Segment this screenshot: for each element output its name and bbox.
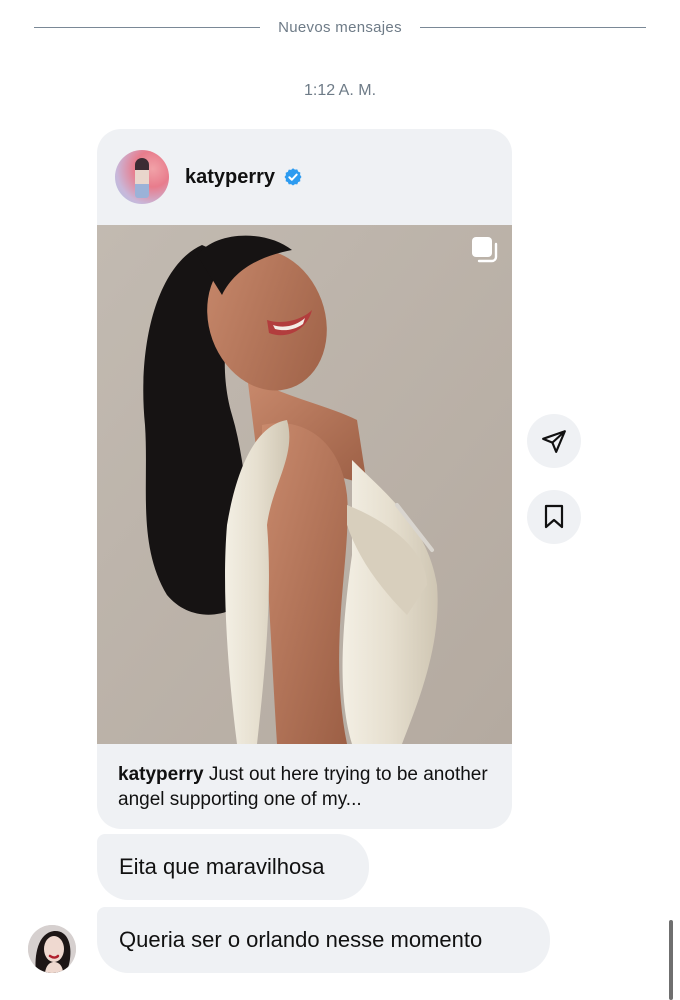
post-author-avatar[interactable] [115,150,169,204]
verified-badge-icon [284,168,302,186]
post-header[interactable]: katyperry [97,129,512,225]
message-text: Queria ser o orlando nesse momento [119,927,483,952]
caption-username: katyperry [118,764,204,785]
new-messages-divider: Nuevos mensajes [34,14,647,40]
post-photo[interactable] [97,225,512,744]
scrollbar[interactable] [669,920,673,1000]
divider-line-left [34,26,261,28]
post-caption[interactable]: katyperry Just out here trying to be ano… [118,762,498,812]
divider-line-right [419,26,647,28]
post-username[interactable]: katyperry [185,166,275,189]
message-timestamp: 1:12 A. M. [303,82,377,99]
post-author[interactable]: katyperry [185,166,303,189]
message-bubble[interactable]: Eita que maravilhosa [97,834,369,900]
message-bubble[interactable]: Queria ser o orlando nesse momento [97,907,550,973]
new-messages-label: Nuevos mensajes [278,18,402,36]
share-post-button[interactable] [527,414,581,468]
shared-post-card[interactable]: katyperry katyperry Just out here trying… [97,129,512,829]
post-photo-illustration [97,225,512,744]
chat-screen: Nuevos mensajes 1:12 A. M. katyperry kat… [0,0,680,1000]
sender-avatar[interactable] [28,925,76,973]
bookmark-icon [544,504,564,529]
message-text: Eita que maravilhosa [119,854,325,879]
save-post-button[interactable] [527,490,581,544]
paper-plane-icon [542,430,566,453]
sender-avatar-image [28,925,76,973]
carousel-indicator-icon [472,237,498,263]
